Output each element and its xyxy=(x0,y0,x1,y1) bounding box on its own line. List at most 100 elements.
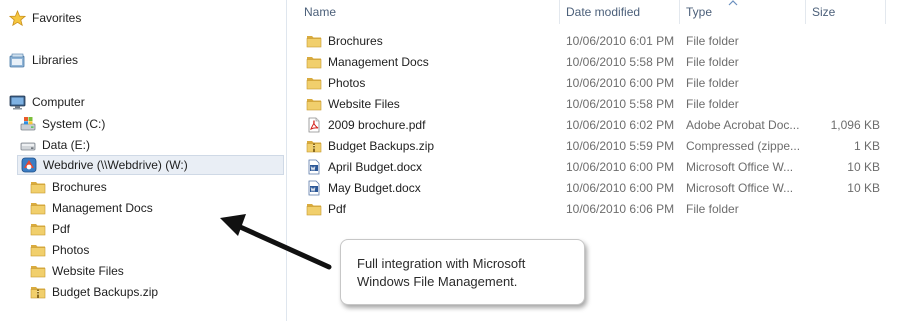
file-date: 10/06/2010 6:01 PM xyxy=(566,33,675,48)
file-name-cell: April Budget.docx xyxy=(306,156,422,177)
network-drive-icon xyxy=(21,157,37,173)
drive-icon xyxy=(20,142,36,151)
file-name: April Budget.docx xyxy=(328,159,423,174)
table-row[interactable]: May Budget.docx 10/06/2010 6:00 PM Micro… xyxy=(298,177,888,198)
file-name: 2009 brochure.pdf xyxy=(328,117,426,132)
file-name: Website Files xyxy=(328,96,400,111)
file-size xyxy=(812,198,880,219)
column-header-label: Size xyxy=(812,5,836,19)
libraries-icon xyxy=(9,53,25,67)
file-size xyxy=(812,93,880,114)
nav-drive-label: Data (E:) xyxy=(42,138,91,152)
star-icon xyxy=(9,9,26,26)
file-date: 10/06/2010 5:58 PM xyxy=(566,54,675,69)
nav-folder-label: Website Files xyxy=(52,264,124,278)
pdf-file-icon xyxy=(308,117,320,132)
nav-drive-data-e[interactable]: Data (E:) xyxy=(20,135,90,155)
nav-folder-website-files[interactable]: Website Files xyxy=(30,261,124,281)
column-header-row: Name Date modified Type Size xyxy=(288,0,914,24)
file-name: Pdf xyxy=(328,201,347,216)
nav-folder-label: Pdf xyxy=(52,222,71,236)
file-size: 1 KB xyxy=(853,138,880,153)
nav-folder-management-docs[interactable]: Management Docs xyxy=(30,198,153,218)
nav-favorites-label: Favorites xyxy=(32,11,82,25)
nav-favorites[interactable]: Favorites xyxy=(9,8,81,28)
folder-icon xyxy=(30,182,46,194)
computer-icon xyxy=(9,95,26,109)
file-name-cell: Photos xyxy=(306,72,365,93)
column-header-size[interactable]: Size xyxy=(806,0,886,24)
file-type: Adobe Acrobat Doc... xyxy=(686,117,800,132)
file-date: 10/06/2010 6:00 PM xyxy=(566,180,675,195)
nav-drive-label: Webdrive (\\Webdrive) (W:) xyxy=(43,158,188,172)
nav-file-budget-backups-zip[interactable]: Budget Backups.zip xyxy=(30,282,158,302)
folder-icon xyxy=(30,266,46,278)
nav-folder-brochures[interactable]: Brochures xyxy=(30,177,107,197)
file-name: May Budget.docx xyxy=(328,180,421,195)
file-date: 10/06/2010 6:02 PM xyxy=(566,117,675,132)
file-type: Microsoft Office W... xyxy=(686,159,794,174)
table-row[interactable]: Pdf 10/06/2010 6:06 PM File folder xyxy=(298,198,888,219)
table-row[interactable]: Management Docs 10/06/2010 5:58 PM File … xyxy=(298,51,888,72)
sort-ascending-icon xyxy=(728,0,738,6)
nav-folder-label: Photos xyxy=(52,243,90,257)
folder-icon xyxy=(306,77,322,89)
file-type: File folder xyxy=(686,33,739,48)
file-name-cell: 2009 brochure.pdf xyxy=(306,114,425,135)
file-name: Brochures xyxy=(328,33,383,48)
column-header-type[interactable]: Type xyxy=(680,0,806,24)
folder-icon xyxy=(306,203,322,215)
nav-folder-label: Brochures xyxy=(52,180,107,194)
file-name: Budget Backups.zip xyxy=(328,138,435,153)
nav-libraries[interactable]: Libraries xyxy=(9,50,78,70)
column-header-label: Name xyxy=(304,5,337,19)
table-row[interactable]: Website Files 10/06/2010 5:58 PM File fo… xyxy=(298,93,888,114)
file-name-cell: Website Files xyxy=(306,93,400,114)
file-name: Management Docs xyxy=(328,54,429,69)
nav-file-label: Budget Backups.zip xyxy=(52,285,159,299)
file-size: 10 KB xyxy=(847,180,880,195)
nav-drive-webdrive-w[interactable]: Webdrive (\\Webdrive) (W:) xyxy=(17,155,284,175)
file-name-cell: May Budget.docx xyxy=(306,177,421,198)
folder-icon xyxy=(30,224,46,236)
file-name: Photos xyxy=(328,75,366,90)
file-name-cell: Pdf xyxy=(306,198,346,219)
file-type: File folder xyxy=(686,54,739,69)
file-type: Microsoft Office W... xyxy=(686,180,794,195)
table-row[interactable]: Brochures 10/06/2010 6:01 PM File folder xyxy=(298,30,888,51)
nav-drive-system-c[interactable]: System (C:) xyxy=(20,114,105,134)
zip-folder-icon xyxy=(30,287,46,299)
file-size: 1,096 KB xyxy=(830,117,880,132)
nav-folder-photos[interactable]: Photos xyxy=(30,240,89,260)
column-header-date-modified[interactable]: Date modified xyxy=(560,0,680,24)
nav-computer-label: Computer xyxy=(32,95,85,109)
file-size xyxy=(812,51,880,72)
nav-drive-label: System (C:) xyxy=(42,117,106,131)
folder-icon xyxy=(306,35,322,47)
file-size xyxy=(812,30,880,51)
zip-folder-icon xyxy=(306,140,322,152)
file-name-cell: Budget Backups.zip xyxy=(306,135,434,156)
table-row[interactable]: April Budget.docx 10/06/2010 6:00 PM Mic… xyxy=(298,156,888,177)
file-size xyxy=(812,72,880,93)
table-row[interactable]: 2009 brochure.pdf 10/06/2010 6:02 PM Ado… xyxy=(298,114,888,135)
nav-computer[interactable]: Computer xyxy=(9,92,85,112)
folder-icon xyxy=(306,98,322,110)
table-row[interactable]: Budget Backups.zip 10/06/2010 5:59 PM Co… xyxy=(298,135,888,156)
folder-icon xyxy=(306,56,322,68)
file-date: 10/06/2010 6:00 PM xyxy=(566,159,675,174)
file-size: 10 KB xyxy=(847,159,880,174)
annotation-callout: Full integration with Microsoft Windows … xyxy=(340,239,585,305)
nav-folder-pdf[interactable]: Pdf xyxy=(30,219,70,239)
folder-icon xyxy=(30,245,46,257)
column-header-name[interactable]: Name xyxy=(298,0,560,24)
file-name-cell: Brochures xyxy=(306,30,383,51)
file-type: File folder xyxy=(686,75,739,90)
word-document-icon xyxy=(308,180,320,195)
table-row[interactable]: Photos 10/06/2010 6:00 PM File folder xyxy=(298,72,888,93)
word-document-icon xyxy=(308,159,320,174)
file-type: File folder xyxy=(686,201,739,216)
windows-drive-icon xyxy=(20,117,36,131)
folder-icon xyxy=(30,203,46,215)
file-name-cell: Management Docs xyxy=(306,51,429,72)
